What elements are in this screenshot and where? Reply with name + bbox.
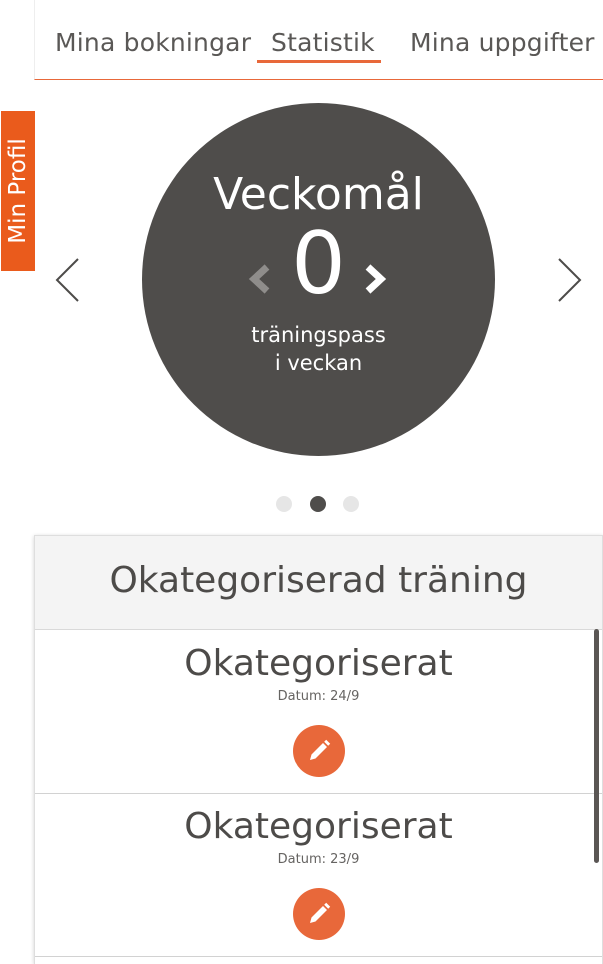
weekly-goal-title: Veckomål	[213, 169, 424, 220]
item-title: Okategoriserat	[184, 806, 453, 847]
min-profil-label: Min Profil	[5, 138, 31, 244]
list-item-partial	[35, 957, 602, 964]
weekly-goal-unit-line1: träningspass	[251, 323, 386, 347]
carousel-dot-2-active[interactable]	[310, 496, 326, 512]
tab-mina-bokningar[interactable]: Mina bokningar	[55, 28, 251, 57]
list-item: Okategoriserat Datum: 24/9	[35, 631, 602, 794]
increase-goal-button[interactable]	[360, 259, 390, 299]
carousel-next-button[interactable]	[551, 255, 585, 305]
carousel-prev-button[interactable]	[52, 255, 86, 305]
edit-button[interactable]	[293, 888, 345, 940]
edit-button[interactable]	[293, 725, 345, 777]
training-category-panel: Okategoriserad träning Okategoriserat Da…	[34, 535, 603, 964]
carousel-dot-1[interactable]	[276, 496, 292, 512]
weekly-goal-value: 0	[291, 214, 346, 314]
weekly-goal-unit: träningspass i veckan	[142, 321, 495, 377]
active-tab-indicator	[257, 60, 381, 63]
list-item: Okategoriserat Datum: 23/9	[35, 794, 602, 957]
chevron-left-icon	[55, 258, 79, 302]
tab-mina-uppgifter[interactable]: Mina uppgifter	[410, 28, 595, 57]
min-profil-tab[interactable]: Min Profil	[1, 111, 35, 271]
chevron-right-icon	[558, 258, 582, 302]
carousel-pagination	[276, 496, 362, 512]
category-title: Okategoriserad träning	[109, 560, 528, 601]
item-date: Datum: 23/9	[277, 852, 360, 867]
list-scrollbar[interactable]	[594, 629, 599, 863]
tab-statistik[interactable]: Statistik	[271, 28, 375, 57]
weekly-goal-unit-line2: i veckan	[274, 351, 363, 375]
category-header: Okategoriserad träning	[35, 536, 602, 630]
item-date: Datum: 24/9	[277, 689, 360, 704]
caret-right-icon	[365, 264, 387, 294]
tab-bar: Mina bokningar Statistik Mina uppgifter	[34, 0, 603, 80]
weekly-goal-card: Veckomål 0 träningspass i veckan	[142, 103, 495, 456]
carousel-dot-3[interactable]	[343, 496, 359, 512]
pencil-icon	[310, 902, 331, 923]
pencil-icon	[310, 739, 331, 760]
item-title: Okategoriserat	[184, 643, 453, 684]
